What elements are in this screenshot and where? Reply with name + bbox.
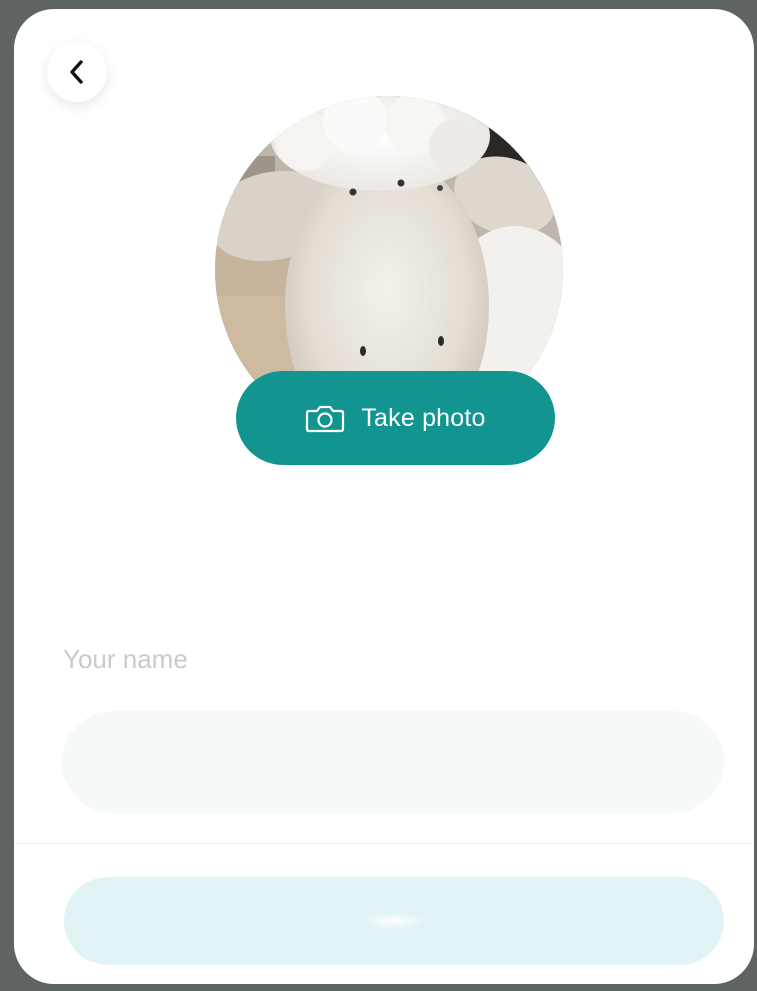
name-input[interactable] [62,711,724,813]
take-photo-button[interactable]: Take photo [236,371,555,465]
name-field-label: Your name [63,644,188,674]
chevron-left-icon [70,60,83,84]
back-button[interactable] [47,42,107,102]
footer-divider [14,843,754,844]
profile-card: Take photo Your name [14,9,754,984]
submit-button[interactable] [64,877,724,965]
camera-icon [306,405,345,433]
take-photo-label: Take photo [361,403,486,432]
loading-indicator [362,913,426,929]
